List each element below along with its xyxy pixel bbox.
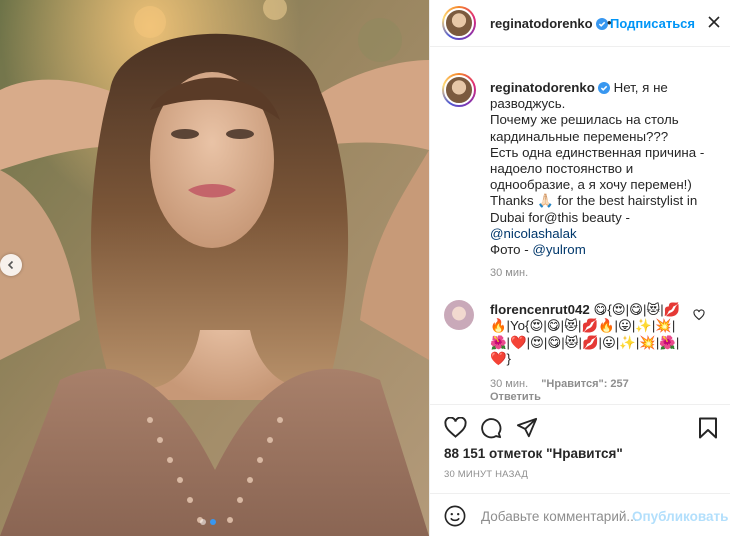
caption-photo-line: Фото - @yulrom <box>490 242 720 258</box>
more-options-icon[interactable] <box>706 14 722 30</box>
portrait-photo <box>0 0 429 536</box>
comment: florencenrut042 😋{😍|😋|😻|💋🔥|Yo{😍|😋|😻|💋🔥|😛… <box>490 302 690 368</box>
post-actions: 88 151 отметок "Нравится" 30 МИНУТ НАЗАД… <box>430 404 730 536</box>
comment-username[interactable]: florencenrut042 <box>490 302 590 317</box>
caption-time[interactable]: 30 мин. <box>490 267 528 279</box>
add-comment-row: Опубликовать <box>430 493 730 536</box>
header-username[interactable]: reginatodorenko <box>490 16 608 31</box>
carousel-prev-button[interactable] <box>0 254 22 276</box>
carousel-dot <box>200 519 206 525</box>
bookmark-icon[interactable] <box>698 417 718 439</box>
chevron-left-icon <box>7 260 14 270</box>
verified-badge-icon <box>597 82 610 94</box>
caption-line: Есть одна единственная причина - надоело… <box>490 144 705 193</box>
commenter-avatar[interactable] <box>444 300 474 330</box>
comment-likes[interactable]: "Нравится": 257 <box>541 378 629 390</box>
publish-button[interactable]: Опубликовать <box>632 509 728 524</box>
caption-line: Thanks 🙏🏻 for the best hairstylist in Du… <box>490 193 698 225</box>
comment-reply-button[interactable]: Ответить <box>490 391 541 401</box>
caption: reginatodorenko Нет, я не разводжусь. По… <box>490 80 720 258</box>
avatar[interactable] <box>442 6 476 40</box>
comment-input[interactable] <box>481 506 636 526</box>
share-icon[interactable] <box>516 417 538 439</box>
comment-time[interactable]: 30 мин. <box>490 378 528 390</box>
comment-icon[interactable] <box>480 417 502 439</box>
mention-link[interactable]: @nicolashalak <box>490 226 720 242</box>
verified-badge-icon <box>595 18 608 30</box>
caption-line: Почему же решилась на столь кардинальные… <box>490 112 679 144</box>
mention-link[interactable]: @yulrom <box>532 242 585 257</box>
comment-like-heart-icon[interactable] <box>693 309 705 321</box>
caption-username[interactable]: reginatodorenko <box>490 80 610 95</box>
caption-photo-prefix: Фото - <box>490 242 533 258</box>
post-header: reginatodorenko • Подписаться <box>430 0 730 47</box>
emoji-smile-icon[interactable] <box>444 505 466 527</box>
carousel-dots <box>200 519 216 525</box>
post-side-panel: reginatodorenko • Подписаться reginatodo… <box>429 0 730 536</box>
caption-avatar[interactable] <box>442 73 476 107</box>
like-heart-icon[interactable] <box>444 417 467 438</box>
follow-button[interactable]: Подписаться <box>610 16 695 31</box>
carousel-dot-active <box>210 519 216 525</box>
comment-meta: 30 мин. "Нравится": 257 <box>490 378 629 390</box>
post-photo[interactable] <box>0 0 429 536</box>
post-time-ago[interactable]: 30 МИНУТ НАЗАД <box>444 469 528 480</box>
post-likes-count[interactable]: 88 151 отметок "Нравится" <box>444 446 623 461</box>
instagram-post: reginatodorenko • Подписаться reginatodo… <box>0 0 730 536</box>
